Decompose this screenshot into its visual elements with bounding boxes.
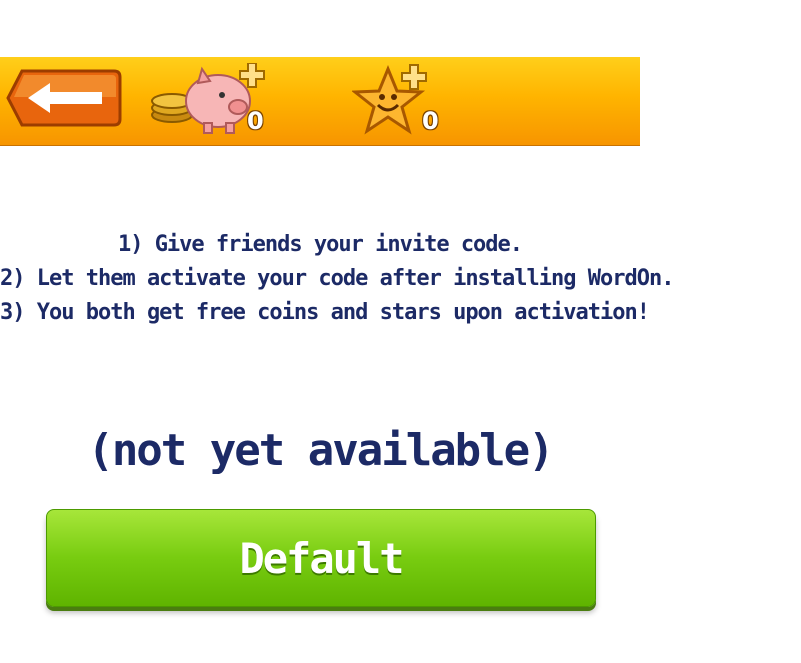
instruction-step-1: 1) Give friends your invite code. xyxy=(117,232,523,257)
instruction-step-3: 3) You both get free coins and stars upo… xyxy=(0,300,650,325)
plus-icon xyxy=(401,64,427,90)
plus-icon xyxy=(239,62,265,88)
default-button[interactable]: Default xyxy=(46,509,596,607)
back-button[interactable] xyxy=(6,67,122,129)
instruction-step-2: 2) Let them activate your code after ins… xyxy=(0,266,674,291)
invite-code-status: (not yet available) xyxy=(87,425,554,476)
left-arrow-icon xyxy=(6,69,122,127)
coin-count: 0 xyxy=(247,107,264,135)
invite-instructions: 1) Give friends your invite code. 2) Let… xyxy=(0,228,674,330)
star-count: 0 xyxy=(422,107,439,135)
top-bar: 0 0 xyxy=(0,57,640,146)
invite-screen: 0 0 1) Give friends your invite code. 2)… xyxy=(0,0,801,663)
